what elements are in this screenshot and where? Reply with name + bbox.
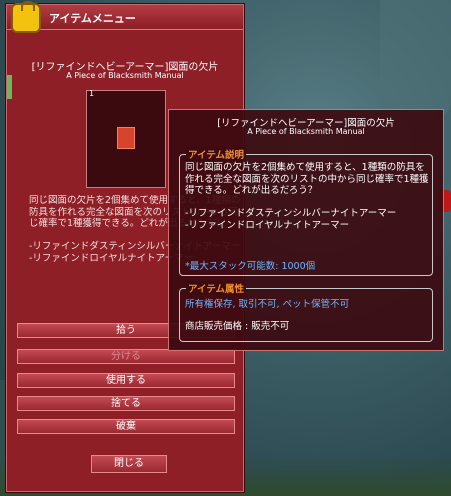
tooltip-description: 同じ図面の欠片を2個集めて使用すると、1種類の防具を作れる完全な図面を次のリスト…: [185, 162, 429, 231]
stack-info: *最大スタック可能数: 1000個: [185, 261, 316, 272]
attribute-flags: 所有権保存, 取引不可, ペット保管不可: [185, 299, 350, 310]
item-menu-title: アイテムメニュー: [49, 12, 136, 25]
split-button[interactable]: 分ける: [17, 349, 235, 364]
item-count: 1: [89, 89, 95, 98]
item-description-section: アイテム説明 同じ図面の欠片を2個集めて使用すると、1種類の防具を作れる完全な図…: [179, 147, 433, 276]
description-header: アイテム説明: [186, 147, 247, 161]
bag-icon: [11, 1, 41, 33]
item-tooltip: [リファインドヘビーアーマー]図面の欠片 A Piece of Blacksmi…: [168, 109, 444, 351]
item-english-name: A Piece of Blacksmith Manual: [66, 71, 184, 80]
destroy-button[interactable]: 破棄: [17, 419, 235, 434]
background-rock: [380, 0, 451, 120]
shop-price: 商店販売価格 : 販売不可: [185, 321, 290, 332]
attribute-header: アイテム属性: [186, 281, 247, 295]
use-button[interactable]: 使用する: [17, 373, 235, 388]
item-attribute-section: アイテム属性 所有権保存, 取引不可, ペット保管不可 商店販売価格 : 販売不…: [179, 281, 433, 342]
blueprint-piece-icon: [117, 127, 135, 149]
close-button[interactable]: 閉じる: [91, 455, 167, 473]
tooltip-item-english-name: A Piece of Blacksmith Manual: [247, 127, 365, 136]
item-menu-titlebar[interactable]: アイテムメニュー: [7, 1, 243, 33]
drop-button[interactable]: 捨てる: [17, 396, 235, 411]
item-image-slot[interactable]: 1: [86, 89, 166, 188]
